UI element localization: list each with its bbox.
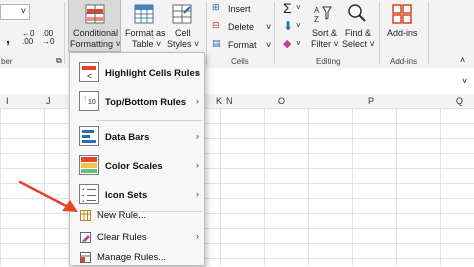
find-select-button[interactable]: Find & Select ˅ [340, 0, 375, 52]
svg-text:Z: Z [314, 15, 319, 24]
chevron-right-icon: › [196, 131, 199, 141]
conditional-formatting-label-1: Conditional [73, 28, 119, 38]
menu-item-top-bottom-rules[interactable]: ↑ 10 Top/Bottom Rules › [70, 87, 204, 116]
menu-item-data-bars[interactable]: Data Bars › [70, 122, 204, 151]
find-select-label-2: Select ˅ [342, 39, 375, 49]
find-select-icon [348, 4, 366, 22]
menu-item-icon-sets[interactable]: ▪ ▪ ▪ Icon Sets › [70, 180, 204, 209]
column-header-q[interactable]: Q [456, 96, 463, 106]
menu-item-new-rule[interactable]: New Rule... [70, 206, 204, 225]
top-bottom-icon: ↑ 10 [79, 91, 99, 111]
sort-filter-icon: A Z [314, 6, 332, 24]
menu-item-label: New Rule... [97, 210, 147, 221]
red-arrow-icon [18, 180, 78, 212]
format-button[interactable]: ▤ Format ˅ [210, 38, 272, 52]
number-format-dropdown[interactable]: ˅ [0, 4, 30, 20]
chevron-down-icon[interactable]: ˅ [462, 76, 467, 86]
cell-styles-label-2: Styles ˅ [167, 39, 200, 49]
addins-button[interactable]: Add-ins [383, 0, 423, 52]
chevron-down-icon: ˅ [266, 22, 272, 32]
chevron-right-icon: › [196, 96, 199, 106]
cells-group-label: Cells [231, 57, 249, 66]
chevron-right-icon: › [196, 160, 199, 170]
svg-text:A: A [314, 6, 320, 15]
column-header-i[interactable]: I [6, 96, 9, 106]
format-as-table-label-1: Format as [125, 28, 166, 38]
cell-styles-label-1: Cell [175, 28, 191, 38]
addins-group-label: Add-ins [390, 57, 418, 66]
chevron-down-icon: ˅ [296, 21, 301, 30]
format-as-table-icon [134, 4, 154, 24]
column-header-p[interactable]: P [368, 96, 374, 106]
menu-item-color-scales[interactable]: Color Scales › [70, 151, 204, 180]
sort-filter-button[interactable]: A Z Sort & Filter ˅ [308, 0, 340, 52]
autosum-icon[interactable]: Σ [283, 0, 292, 16]
insert-button[interactable]: ⊞ Insert [210, 2, 272, 16]
highlight-cells-icon: < [79, 62, 99, 82]
sort-filter-label-2: Filter ˅ [311, 39, 339, 49]
menu-item-manage-rules[interactable]: Manage Rules... [70, 248, 204, 267]
chevron-down-icon: ˅ [20, 6, 26, 16]
fill-icon[interactable]: ⬇ [283, 19, 293, 33]
chevron-down-icon: ˅ [296, 39, 301, 48]
find-select-label-1: Find & [345, 28, 372, 38]
cell-styles-button[interactable]: Cell Styles ˅ [164, 0, 200, 52]
conditional-formatting-button[interactable]: Conditional Formatting ˅ [68, 0, 121, 52]
number-group-label: ber [1, 57, 13, 66]
conditional-formatting-menu: < Highlight Cells Rules › ↑ 10 Top/Botto… [69, 52, 205, 266]
data-bars-icon [79, 126, 99, 146]
color-scales-icon [79, 155, 99, 175]
column-header-k[interactable]: K [216, 96, 222, 106]
format-label: Format [228, 40, 257, 50]
conditional-formatting-icon [85, 4, 105, 24]
menu-item-label: Top/Bottom Rules [105, 97, 187, 108]
menu-item-highlight-cells-rules[interactable]: < Highlight Cells Rules › [70, 58, 204, 87]
dialog-launcher-icon[interactable]: ⧉ [56, 56, 62, 66]
collapse-ribbon-icon[interactable]: ˄ [460, 55, 465, 65]
menu-item-label: Icon Sets [105, 190, 148, 201]
column-header-n[interactable]: N [226, 96, 233, 106]
delete-icon: ⊟ [212, 20, 220, 30]
column-header-o[interactable]: O [278, 96, 285, 106]
comma-style-icon[interactable]: , [6, 30, 10, 46]
sort-filter-label-1: Sort & [312, 28, 338, 38]
decrease-decimal-icon[interactable]: .00 →0 [42, 30, 54, 46]
clear-rules-icon [80, 232, 91, 243]
menu-item-label: Highlight Cells Rules [105, 68, 201, 79]
insert-icon: ⊞ [212, 2, 220, 12]
icon-sets-icon: ▪ ▪ ▪ [79, 184, 99, 205]
delete-button[interactable]: ⊟ Delete ˅ [210, 20, 272, 34]
format-as-table-label-2: Table ˅ [132, 39, 162, 49]
addins-label: Add-ins [387, 28, 418, 38]
chevron-down-icon: ˅ [266, 40, 272, 50]
editing-group-label: Editing [316, 57, 341, 66]
increase-decimal-icon[interactable]: ←0.00 [22, 30, 34, 46]
chevron-right-icon: › [196, 189, 199, 199]
menu-item-label: Clear Rules [97, 232, 147, 243]
column-header-j[interactable]: J [46, 96, 51, 106]
menu-item-clear-rules[interactable]: Clear Rules › [70, 228, 204, 247]
format-as-table-button[interactable]: Format as Table ˅ [123, 0, 166, 52]
addins-icon [392, 4, 412, 24]
manage-rules-icon [80, 252, 91, 263]
format-icon: ▤ [212, 38, 221, 48]
delete-label: Delete [228, 22, 255, 32]
menu-item-label: Data Bars [105, 132, 150, 143]
chevron-right-icon: › [196, 67, 199, 77]
chevron-right-icon: › [196, 231, 199, 241]
menu-item-label: Manage Rules... [97, 252, 167, 263]
insert-label: Insert [228, 4, 251, 14]
conditional-formatting-label-2: Formatting ˅ [70, 39, 121, 49]
menu-item-label: Color Scales [105, 161, 163, 172]
cell-styles-icon [172, 4, 192, 24]
clear-icon[interactable]: ◆ [283, 37, 291, 50]
chevron-down-icon: ˅ [296, 3, 301, 12]
